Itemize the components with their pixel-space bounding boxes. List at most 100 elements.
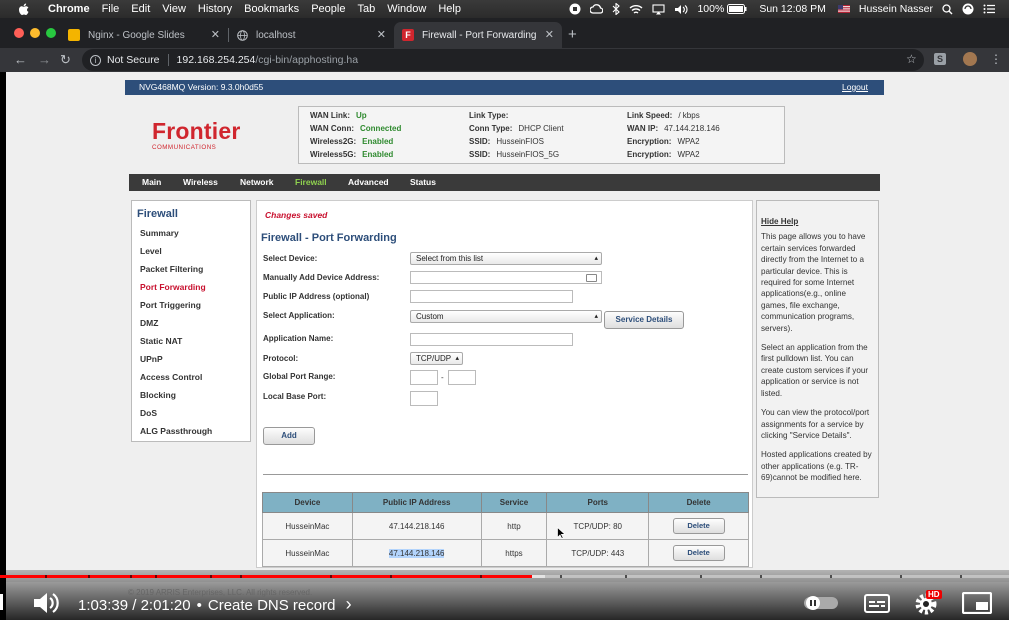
new-tab-button[interactable]: + <box>568 26 577 43</box>
sidebar-item-dmz[interactable]: DMZ <box>140 318 158 328</box>
battery-icon[interactable] <box>727 4 747 14</box>
sidebar-item-upnp[interactable]: UPnP <box>140 354 163 364</box>
menu-people[interactable]: People <box>311 3 345 15</box>
clock[interactable]: Sun 12:08 PM <box>759 3 826 15</box>
extension-icon[interactable]: S <box>934 53 946 65</box>
sidebar-item-level[interactable]: Level <box>140 246 162 256</box>
address-bar[interactable]: i Not Secure 192.168.254.254 /cgi-bin/ap… <box>82 49 924 71</box>
port-forwarding-panel: Changes saved Firewall - Port Forwarding… <box>256 200 753 568</box>
menu-file[interactable]: File <box>102 3 120 15</box>
globe-icon <box>236 29 248 41</box>
nav-advanced[interactable]: Advanced <box>348 177 389 187</box>
window-zoom-button[interactable] <box>46 28 56 38</box>
menu-view[interactable]: View <box>162 3 186 15</box>
slides-icon <box>68 29 80 41</box>
info-icon[interactable]: i <box>90 54 101 66</box>
menu-app-name[interactable]: Chrome <box>48 3 90 15</box>
status-ssid-5g: SSID: HusseinFIOS_5G <box>469 150 560 159</box>
airplay-icon[interactable] <box>652 3 666 15</box>
flag-icon[interactable] <box>837 5 850 13</box>
help-panel: Hide Help This page allows you to have c… <box>756 200 879 498</box>
autofill-icon[interactable] <box>586 274 597 282</box>
menu-tab[interactable]: Tab <box>357 3 375 15</box>
delete-button[interactable]: Delete <box>672 518 725 534</box>
tab-localhost[interactable]: localhost ✕ <box>228 22 394 48</box>
tab-close-icon[interactable]: ✕ <box>377 28 386 41</box>
not-secure-label[interactable]: Not Secure <box>107 54 160 66</box>
wifi-icon[interactable] <box>629 4 643 15</box>
status-wireless5g: Wireless5G: Enabled <box>310 150 394 159</box>
forward-button[interactable]: → <box>38 52 51 67</box>
nav-status[interactable]: Status <box>410 177 436 187</box>
notification-center-icon[interactable] <box>983 4 995 14</box>
select-application-dropdown[interactable]: Custom ▴ <box>410 310 602 323</box>
cell-ports: TCP/UDP: 443 <box>546 539 650 567</box>
autoplay-toggle-icon[interactable] <box>804 596 838 610</box>
menu-bookmarks[interactable]: Bookmarks <box>244 3 299 15</box>
application-name-input[interactable] <box>410 333 573 346</box>
cell-public-ip: 47.144.218.146 <box>351 512 482 540</box>
tab-close-icon[interactable]: ✕ <box>545 28 554 41</box>
nav-network[interactable]: Network <box>240 177 274 187</box>
video-progress-bar[interactable] <box>0 575 1009 578</box>
user-name[interactable]: Hussein Nasser <box>859 3 933 15</box>
bookmark-star-icon[interactable]: ☆ <box>906 52 917 66</box>
sidebar-item-packet-filtering[interactable]: Packet Filtering <box>140 264 203 274</box>
delete-button[interactable]: Delete <box>672 545 725 561</box>
add-button[interactable]: Add <box>263 427 315 445</box>
nav-firewall[interactable]: Firewall <box>295 177 327 187</box>
previous-icon[interactable] <box>0 594 6 610</box>
menu-edit[interactable]: Edit <box>131 3 150 15</box>
subtitles-icon[interactable] <box>864 594 890 613</box>
sidebar-item-alg-passthrough[interactable]: ALG Passthrough <box>140 426 212 436</box>
bluetooth-icon[interactable] <box>612 3 621 15</box>
vpn-icon[interactable] <box>962 3 974 15</box>
tab-close-icon[interactable]: ✕ <box>211 28 220 41</box>
tab-port-forwarding[interactable]: F Firewall - Port Forwarding ✕ <box>394 22 562 48</box>
local-base-port-input[interactable] <box>410 391 438 406</box>
select-device-value: Select from this list <box>416 254 484 263</box>
sidebar-item-access-control[interactable]: Access Control <box>140 372 202 382</box>
public-ip-input[interactable] <box>410 290 573 303</box>
sidebar-item-port-triggering[interactable]: Port Triggering <box>140 300 201 310</box>
global-port-start-input[interactable] <box>410 370 438 385</box>
protocol-dropdown[interactable]: TCP/UDP ▴ <box>410 352 463 365</box>
tab-google-slides[interactable]: Nginx - Google Slides ✕ <box>60 22 228 48</box>
nav-wireless[interactable]: Wireless <box>183 177 218 187</box>
logout-link[interactable]: Logout <box>842 82 868 92</box>
miniplayer-icon[interactable] <box>962 592 992 614</box>
chapter-chevron-icon[interactable]: › <box>346 594 352 614</box>
window-minimize-button[interactable] <box>30 28 40 38</box>
record-icon[interactable] <box>569 3 581 15</box>
chapter-marker <box>130 575 132 578</box>
global-port-end-input[interactable] <box>448 370 476 385</box>
reload-button[interactable]: ↻ <box>60 52 71 68</box>
chapter-title[interactable]: Create DNS record <box>208 597 336 614</box>
sidebar-item-summary[interactable]: Summary <box>140 228 179 238</box>
sidebar-item-dos[interactable]: DoS <box>140 408 157 418</box>
select-device-dropdown[interactable]: Select from this list ▴ <box>410 252 602 265</box>
menu-history[interactable]: History <box>198 3 232 15</box>
select-application-label: Select Application: <box>263 311 335 320</box>
volume-icon[interactable] <box>674 4 688 15</box>
service-details-button[interactable]: Service Details <box>604 311 684 329</box>
menu-help[interactable]: Help <box>438 3 461 15</box>
apple-icon[interactable] <box>18 2 32 16</box>
volume-icon[interactable] <box>32 591 60 615</box>
window-close-button[interactable] <box>14 28 24 38</box>
manual-device-input[interactable] <box>410 271 602 284</box>
sidebar-item-static-nat[interactable]: Static NAT <box>140 336 182 346</box>
column-header: Delete <box>648 492 749 513</box>
hide-help-link[interactable]: Hide Help <box>761 216 874 227</box>
creative-cloud-icon[interactable] <box>590 4 604 14</box>
sidebar-item-blocking[interactable]: Blocking <box>140 390 176 400</box>
tab-title: Nginx - Google Slides <box>88 29 185 41</box>
profile-avatar[interactable] <box>963 52 977 66</box>
nav-main[interactable]: Main <box>142 177 161 187</box>
sidebar-item-port-forwarding[interactable]: Port Forwarding <box>140 282 206 292</box>
browser-menu-icon[interactable]: ⋮ <box>990 52 1002 66</box>
menu-window[interactable]: Window <box>387 3 426 15</box>
spotlight-icon[interactable] <box>942 3 953 15</box>
selected-text[interactable]: 47.144.218.146 <box>388 548 445 558</box>
back-button[interactable]: ← <box>14 52 27 67</box>
